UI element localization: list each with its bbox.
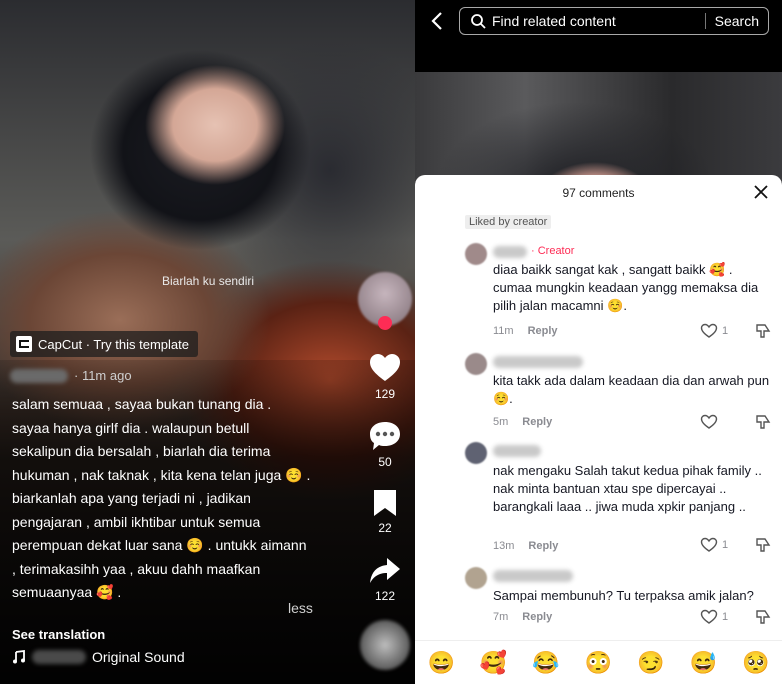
- capcut-label: CapCut · Try this template: [38, 336, 189, 352]
- sound-author-blurred: [32, 650, 86, 664]
- comment-like-icon[interactable]: [700, 414, 718, 430]
- emoji-grin[interactable]: 😄: [426, 650, 456, 676]
- commenter-name-blurred[interactable]: [493, 356, 583, 368]
- reply-button[interactable]: Reply: [522, 416, 552, 428]
- comment-meta: 11m Reply: [493, 325, 558, 337]
- commenter-avatar[interactable]: [465, 442, 487, 464]
- comment-time: 5m: [493, 416, 509, 428]
- search-input[interactable]: Find related content: [492, 13, 705, 29]
- emoji-pleading[interactable]: 🥺: [741, 650, 771, 676]
- comment-text: diaa baikk sangat kak , sangatt baikk 🥰 …: [493, 262, 759, 313]
- less-button[interactable]: less: [288, 600, 313, 616]
- sound-disc[interactable]: [360, 620, 410, 670]
- commenter-avatar[interactable]: [465, 243, 487, 265]
- share-arrow-icon: [370, 558, 400, 583]
- liked-by-creator-badge: Liked by creator: [465, 215, 552, 229]
- search-bar[interactable]: Find related content Search: [459, 7, 769, 35]
- video-preview[interactable]: [415, 72, 782, 182]
- commenter-avatar[interactable]: [465, 353, 487, 375]
- emoji-flushed[interactable]: 😳: [583, 650, 613, 676]
- creator-tag: · Creator: [531, 245, 575, 257]
- commenter-name-blurred[interactable]: [493, 445, 541, 457]
- comment-like-count: 1: [722, 539, 729, 551]
- music-note-icon: [13, 650, 25, 664]
- like-action[interactable]: 129: [358, 352, 412, 401]
- comment-text: nak mengaku Salah takut kedua pihak fami…: [493, 463, 762, 514]
- comment-time: 11m: [493, 325, 514, 337]
- share-action[interactable]: 122: [358, 556, 412, 603]
- capcut-icon: [16, 336, 32, 352]
- comment-text: Sampai membunuh? Tu terpaksa amik jalan?: [493, 588, 754, 603]
- comment-like-icon[interactable]: [700, 323, 718, 339]
- comment-bubble-icon: [370, 422, 400, 450]
- post-time: · 11m ago: [74, 368, 132, 383]
- dislike-icon[interactable]: [755, 414, 771, 430]
- like-count: 129: [374, 387, 396, 401]
- reply-button[interactable]: Reply: [522, 611, 552, 623]
- comment-like-count: 1: [722, 611, 729, 623]
- comment-time: 13m: [493, 540, 515, 552]
- share-count: 122: [374, 589, 396, 603]
- commenter-avatar[interactable]: [465, 567, 487, 589]
- comments-count: 97 comments: [562, 186, 635, 200]
- comment-like-icon[interactable]: [700, 537, 718, 553]
- emoji-smirk[interactable]: 😏: [636, 650, 666, 676]
- save-count: 22: [378, 521, 392, 535]
- emoji-joy[interactable]: 😂: [531, 650, 561, 676]
- search-button[interactable]: Search: [704, 13, 768, 29]
- comment-meta: 5m Reply: [493, 416, 552, 428]
- dislike-icon[interactable]: [755, 323, 771, 339]
- emoji-sweat-smile[interactable]: 😅: [688, 650, 718, 676]
- reply-button[interactable]: Reply: [528, 540, 558, 552]
- author-name-blurred[interactable]: [10, 368, 68, 383]
- heart-icon: [370, 354, 400, 381]
- comment-like-icon[interactable]: [700, 609, 718, 625]
- see-translation-link[interactable]: See translation: [12, 627, 105, 642]
- sound-row[interactable]: Original Sound: [12, 649, 185, 665]
- bookmark-icon: [374, 490, 396, 516]
- video-caption: salam semuaa , sayaa bukan tunang dia . …: [12, 396, 311, 600]
- search-icon: [471, 14, 486, 29]
- reply-button[interactable]: Reply: [528, 325, 558, 337]
- commenter-name-blurred[interactable]: [493, 570, 573, 582]
- comment-meta: 13m Reply: [493, 540, 558, 552]
- commenter-name-blurred[interactable]: [493, 246, 527, 258]
- emoji-hearts[interactable]: 🥰: [479, 650, 509, 676]
- comment-text: kita takk ada dalam keadaan dia dan arwa…: [493, 373, 770, 406]
- comment-time: 7m: [493, 611, 509, 623]
- comment-meta: 7m Reply: [493, 611, 552, 623]
- save-action[interactable]: 22: [358, 488, 412, 535]
- back-arrow-icon[interactable]: [427, 10, 449, 32]
- video-player[interactable]: Biarlah ku sendiri CapCut · Try this tem…: [0, 0, 415, 684]
- video-overlay-text: Biarlah ku sendiri: [162, 274, 255, 288]
- emoji-quick-bar: 😄 🥰 😂 😳 😏 😅 🥺: [415, 640, 782, 684]
- follow-plus-icon[interactable]: [378, 316, 392, 330]
- comment-count: 50: [378, 455, 392, 469]
- author-row: · 11m ago: [10, 368, 132, 383]
- comment-action[interactable]: 50: [358, 420, 412, 469]
- sound-title: Original Sound: [92, 649, 185, 665]
- dislike-icon[interactable]: [755, 537, 771, 553]
- comments-sheet: 97 comments Liked by creator · Creator d…: [415, 175, 782, 684]
- capcut-template-button[interactable]: CapCut · Try this template: [10, 331, 198, 357]
- comments-screen: Find related content Search 97 comments …: [415, 0, 782, 684]
- close-icon[interactable]: [753, 184, 769, 200]
- comment-like-count: 1: [722, 325, 729, 337]
- dislike-icon[interactable]: [755, 609, 771, 625]
